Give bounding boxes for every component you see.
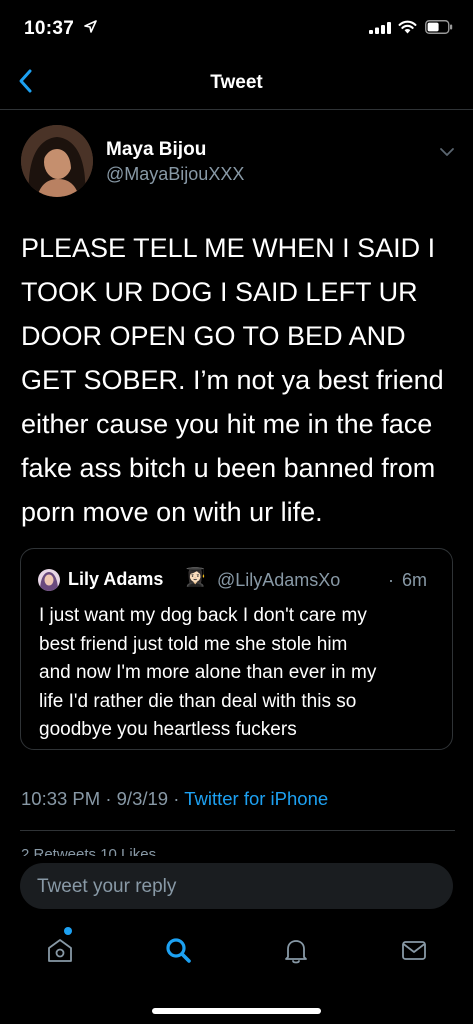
quoted-tweet-card[interactable]: Lily Adams 👩🏻‍🎓 @LilyAdamsXo · 6m I just… [20,548,453,750]
battery-icon [425,20,453,34]
reply-input[interactable]: Tweet your reply [20,863,453,909]
tweet-date: 9/3/19 [116,788,169,809]
engagement-stats[interactable]: 2 Retweets 10 Likes [21,846,156,856]
status-time: 10:37 [24,18,75,39]
divider [20,830,455,831]
quote-text-line: best friend just told me she stole him [39,633,348,655]
student-emoji: 👩🏻‍🎓 [184,567,207,587]
wifi-icon [398,20,417,34]
tweet-text-line: GET SOBER. I’m not ya best friend [21,365,444,395]
tweet-text-line: fake ass bitch u been banned from [21,453,436,483]
avatar[interactable] [21,125,93,197]
meta-separator: · [105,788,112,809]
cellular-signal-icon [369,22,391,34]
quote-text-line: goodbye you heartless fuckers [39,719,297,740]
tweet-text-line: DOOR OPEN GO TO BED AND [21,321,406,351]
quote-text: I just want my dog back I don't care my … [39,602,444,745]
quote-display-name: Lily Adams [68,569,164,589]
meta-separator: · [173,788,180,809]
quote-handle: @LilyAdamsXo [217,570,341,590]
tweet-time: 10:33 PM [21,788,101,809]
quote-time: 6m [402,570,428,590]
tweet-text-line: TOOK UR DOG I SAID LEFT UR [21,277,418,307]
status-bar: 10:37 [0,0,473,56]
home-indicator[interactable] [152,1008,321,1014]
quote-avatar [38,569,60,591]
handle[interactable]: @MayaBijouXXX [106,164,244,185]
chevron-down-icon[interactable] [438,146,456,158]
page-title: Tweet [210,72,263,93]
reply-placeholder: Tweet your reply [37,876,177,897]
location-arrow-icon [84,20,97,33]
tweet-text-line: PLEASE TELL ME WHEN I SAID I [21,233,436,263]
display-name[interactable]: Maya Bijou [106,139,206,161]
quote-text-line: life I'd rather die than deal with this … [39,690,357,712]
tweet-header: Maya Bijou @MayaBijouXXX [0,124,473,204]
tweet-text-line: porn move on with ur life. [21,497,323,527]
notification-dot [64,927,72,935]
tweet-text: PLEASE TELL ME WHEN I SAID I TOOK UR DOG… [21,226,459,534]
tweet-text-line: either cause you hit me in the face [21,409,433,439]
notifications-bell-icon[interactable] [280,934,312,966]
quote-text-line: I just want my dog back I don't care my [39,605,367,626]
search-icon[interactable] [162,934,194,966]
home-icon[interactable] [44,934,76,966]
quote-text-line: and now I'm more alone than ever in my [39,662,377,683]
quote-separator: · [388,570,394,590]
tab-bar [0,922,473,982]
tweet-source-link[interactable]: Twitter for iPhone [184,788,328,809]
tweet-meta: 10:33 PM · 9/3/19 · Twitter for iPhone [21,788,328,810]
messages-envelope-icon[interactable] [398,934,430,966]
nav-bar: Tweet [0,56,473,110]
